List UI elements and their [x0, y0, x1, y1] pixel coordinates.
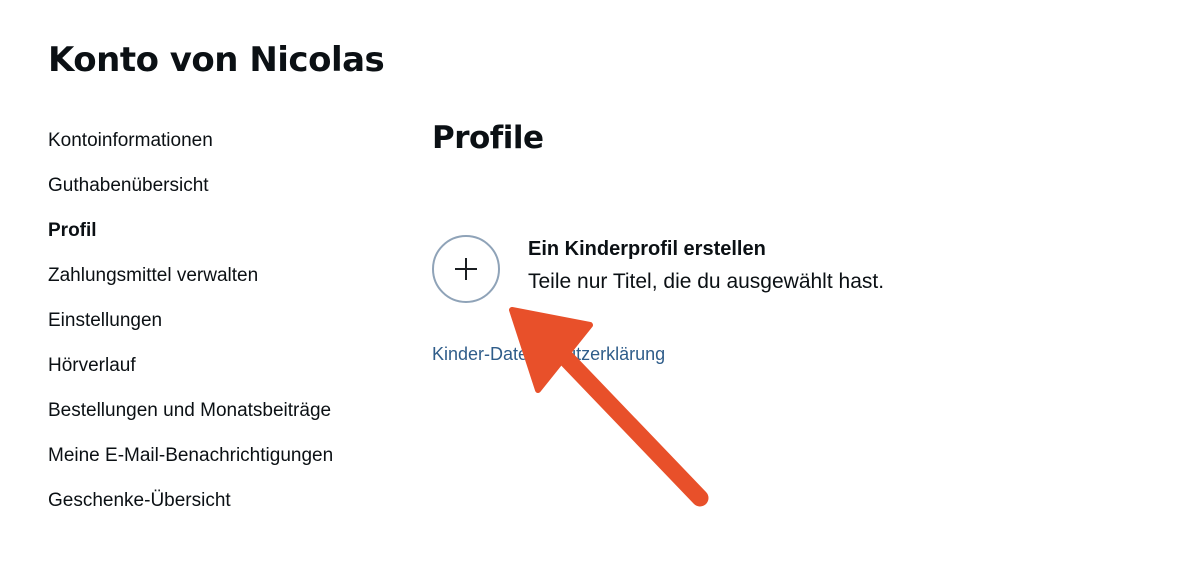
add-child-profile-button[interactable]	[432, 235, 500, 303]
sidebar-item-guthabenuebersicht[interactable]: Guthabenübersicht	[48, 171, 388, 216]
create-child-profile-subtitle: Teile nur Titel, die du ausgewählt hast.	[528, 270, 885, 293]
plus-icon	[455, 258, 477, 280]
sidebar-item-profil[interactable]: Profil	[48, 216, 388, 261]
account-page: Konto von Nicolas Kontoinformationen Gut…	[0, 0, 1200, 564]
sidebar-item-zahlungsmittel[interactable]: Zahlungsmittel verwalten	[48, 261, 388, 306]
sidebar-item-einstellungen[interactable]: Einstellungen	[48, 306, 388, 351]
child-privacy-link[interactable]: Kinder-Datenschutzerklärung	[432, 344, 665, 365]
sidebar-item-bestellungen[interactable]: Bestellungen und Monatsbeiträge	[48, 396, 388, 441]
sidebar-item-email-benachrichtigungen[interactable]: Meine E-Mail-Benachrichtigungen	[48, 441, 388, 486]
create-child-profile-title[interactable]: Ein Kinderprofil erstellen	[528, 238, 766, 261]
account-title: Konto von Nicolas	[48, 40, 385, 80]
page-title: Profile	[432, 120, 544, 156]
sidebar-nav: Kontoinformationen Guthabenübersicht Pro…	[48, 126, 388, 531]
sidebar-item-kontoinformationen[interactable]: Kontoinformationen	[48, 126, 388, 171]
main-content: Profile Ein Kinderprofil erstellen Teile…	[432, 0, 1172, 564]
sidebar-item-hoerverlauf[interactable]: Hörverlauf	[48, 351, 388, 396]
sidebar-item-geschenke[interactable]: Geschenke-Übersicht	[48, 486, 388, 531]
